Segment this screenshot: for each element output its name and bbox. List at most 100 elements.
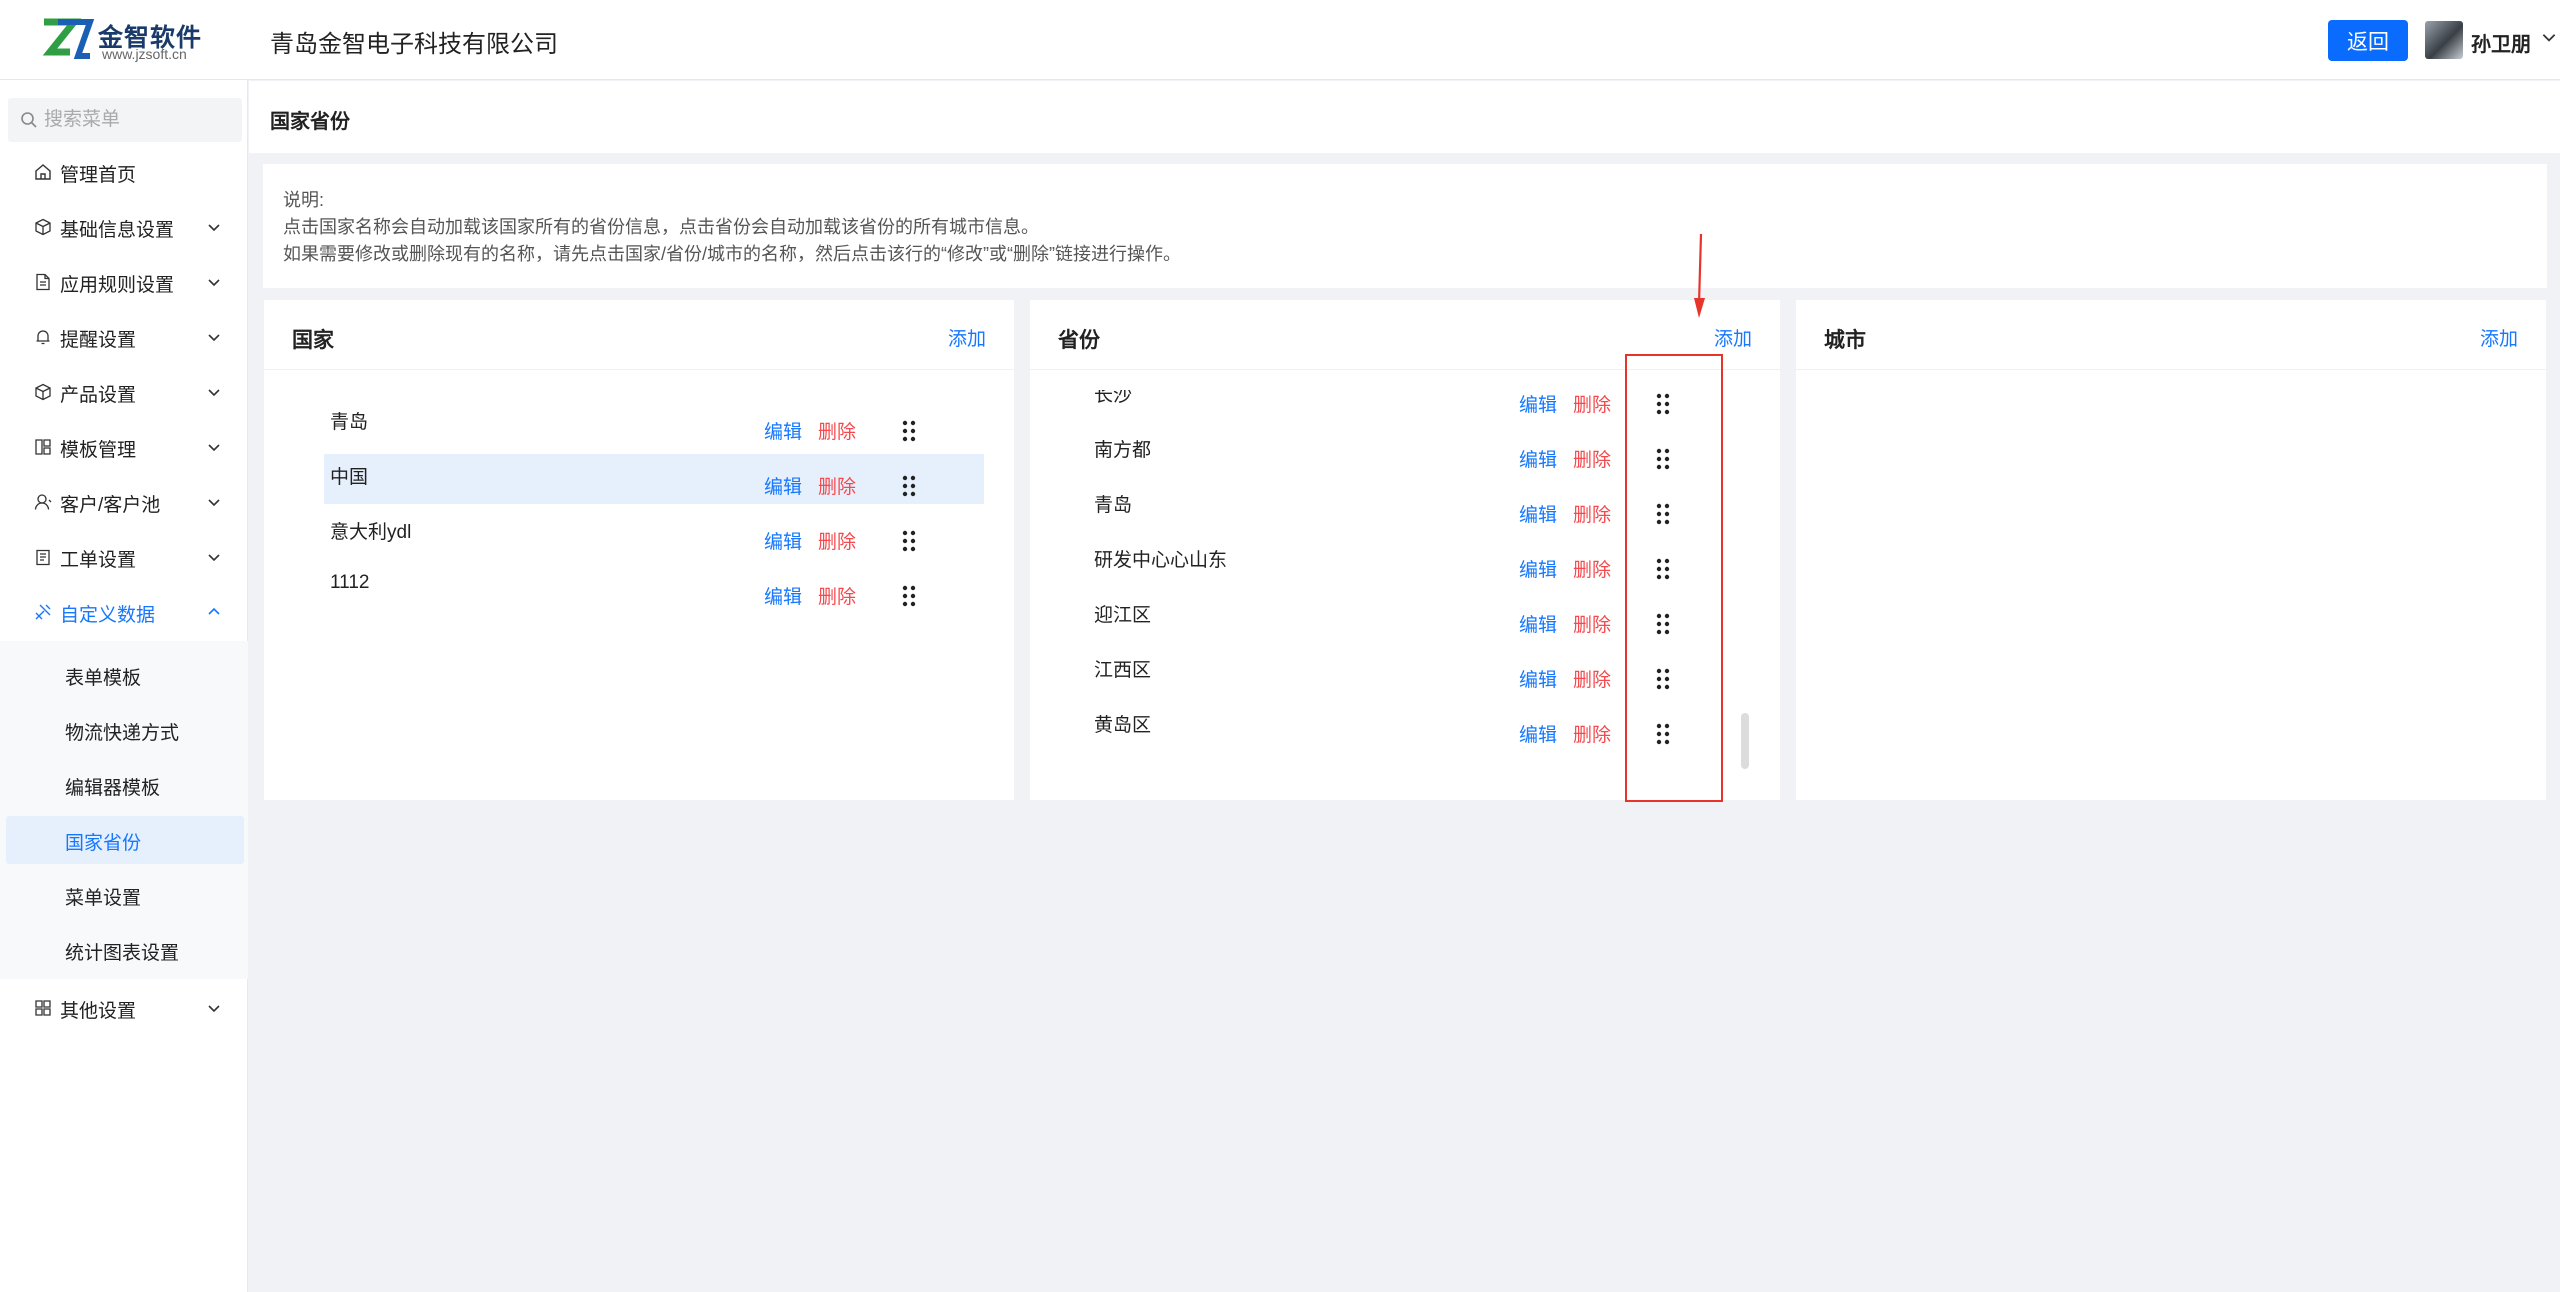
logo-icon	[40, 18, 94, 60]
sidebar-item-home[interactable]: 管理首页	[0, 148, 248, 196]
country-name[interactable]: 中国	[330, 462, 368, 489]
username[interactable]: 孙卫朋	[2471, 28, 2531, 57]
submenu-item-label: 编辑器模板	[65, 778, 161, 799]
chevron-down-icon	[208, 389, 220, 397]
sidebar-item-products[interactable]: 产品设置	[0, 368, 248, 416]
sidebar-item-templates[interactable]: 模板管理	[0, 423, 248, 471]
note-heading: 说明:	[283, 190, 325, 210]
country-row-selected[interactable]: 中国 编辑 删除	[324, 454, 984, 504]
country-name[interactable]: 青岛	[330, 407, 368, 434]
sidebar-item-label: 模板管理	[60, 440, 137, 461]
chevron-down-icon	[208, 279, 220, 287]
edit-link[interactable]: 编辑	[764, 472, 802, 499]
province-name[interactable]: 黄岛区	[1094, 710, 1151, 737]
back-button[interactable]: 返回	[2328, 20, 2408, 61]
edit-link[interactable]: 编辑	[1519, 610, 1557, 637]
submenu-item-menu-settings[interactable]: 菜单设置	[6, 871, 244, 919]
edit-link[interactable]: 编辑	[1519, 390, 1557, 417]
edit-link[interactable]: 编辑	[764, 582, 802, 609]
city-panel-title: 城市	[1824, 329, 1866, 352]
delete-link[interactable]: 删除	[1573, 555, 1611, 582]
delete-link[interactable]: 删除	[1573, 500, 1611, 527]
country-row[interactable]: 1112 编辑 删除	[324, 564, 984, 614]
edit-link[interactable]: 编辑	[764, 527, 802, 554]
page-title: 国家省份	[270, 111, 350, 133]
submenu-item-form-templates[interactable]: 表单模板	[6, 651, 244, 699]
sidebar-item-label: 提醒设置	[60, 330, 137, 351]
edit-link[interactable]: 编辑	[1519, 500, 1557, 527]
delete-link[interactable]: 删除	[1573, 610, 1611, 637]
province-panel-title: 省份	[1058, 329, 1100, 352]
edit-link[interactable]: 编辑	[1519, 665, 1557, 692]
search-icon	[21, 112, 37, 128]
chevron-down-icon	[208, 1005, 220, 1013]
avatar[interactable]	[2425, 21, 2463, 59]
delete-link[interactable]: 删除	[818, 472, 856, 499]
sidebar-item-basic-info[interactable]: 基础信息设置	[0, 203, 248, 251]
country-panel-title: 国家	[292, 329, 334, 352]
drag-handle-icon[interactable]	[901, 419, 917, 443]
submenu-item-editor-templates[interactable]: 编辑器模板	[6, 761, 244, 809]
edit-link[interactable]: 编辑	[764, 417, 802, 444]
chevron-down-icon	[208, 224, 220, 232]
province-row[interactable]: 黄岛区 编辑 删除	[1094, 706, 1694, 756]
delete-link[interactable]: 删除	[818, 582, 856, 609]
drag-handle-icon[interactable]	[901, 474, 917, 498]
delete-link[interactable]: 删除	[1573, 720, 1611, 747]
menu-search[interactable]	[8, 98, 242, 142]
scrollbar-thumb[interactable]	[1741, 713, 1749, 769]
custom-data-icon	[35, 604, 51, 620]
grid-icon	[35, 1000, 51, 1016]
submenu-item-logistics[interactable]: 物流快递方式	[6, 706, 244, 754]
chevron-up-icon	[208, 607, 220, 615]
cube-icon	[35, 218, 51, 236]
sidebar-item-other-settings[interactable]: 其他设置	[0, 984, 248, 1032]
delete-link[interactable]: 删除	[1573, 445, 1611, 472]
drag-handle-icon[interactable]	[901, 529, 917, 553]
province-row[interactable]: 南方都 编辑 删除	[1094, 431, 1694, 481]
province-name[interactable]: 研发中心心山东	[1094, 545, 1227, 572]
province-name[interactable]: 迎江区	[1094, 600, 1151, 627]
search-input[interactable]	[44, 106, 234, 134]
delete-link[interactable]: 删除	[818, 527, 856, 554]
province-row[interactable]: 青岛 编辑 删除	[1094, 486, 1694, 536]
delete-link[interactable]: 删除	[1573, 665, 1611, 692]
submenu-item-chart-settings[interactable]: 统计图表设置	[6, 926, 244, 974]
add-province-link[interactable]: 添加	[1714, 324, 1752, 351]
company-logo[interactable]: 金智软件 www.jzsoft.cn	[40, 16, 210, 64]
province-row[interactable]: 长沙 编辑 删除	[1094, 390, 1694, 426]
sidebar-item-custom-data[interactable]: 自定义数据	[0, 588, 248, 636]
delete-link[interactable]: 删除	[818, 417, 856, 444]
drag-handle-icon[interactable]	[901, 584, 917, 608]
note-line: 如果需要修改或删除现有的名称，请先点击国家/省份/城市的名称，然后点击该行的“修…	[283, 244, 1181, 264]
annotation-highlight-box	[1625, 354, 1723, 802]
province-row[interactable]: 迎江区 编辑 删除	[1094, 596, 1694, 646]
edit-link[interactable]: 编辑	[1519, 555, 1557, 582]
province-row[interactable]: 江西区 编辑 删除	[1094, 651, 1694, 701]
add-city-link[interactable]: 添加	[2480, 324, 2518, 351]
country-name[interactable]: 意大利ydl	[330, 517, 411, 544]
country-row[interactable]: 意大利ydl 编辑 删除	[324, 509, 984, 559]
country-row[interactable]: 青岛 编辑 删除	[324, 399, 984, 449]
submenu-item-label: 菜单设置	[65, 888, 142, 909]
add-country-link[interactable]: 添加	[948, 324, 986, 351]
chevron-down-icon[interactable]	[2540, 28, 2558, 46]
province-name[interactable]: 青岛	[1094, 490, 1132, 517]
box-icon	[35, 383, 51, 401]
sidebar-item-work-orders[interactable]: 工单设置	[0, 533, 248, 581]
country-name[interactable]: 1112	[330, 572, 369, 594]
province-name[interactable]: 南方都	[1094, 435, 1151, 462]
province-name[interactable]: 长沙	[1094, 390, 1132, 407]
province-row[interactable]: 研发中心心山东 编辑 删除	[1094, 541, 1694, 591]
sidebar-item-reminders[interactable]: 提醒设置	[0, 313, 248, 361]
submenu-item-country-province[interactable]: 国家省份	[6, 816, 244, 864]
submenu-item-label: 统计图表设置	[65, 943, 180, 964]
province-name[interactable]: 江西区	[1094, 655, 1151, 682]
edit-link[interactable]: 编辑	[1519, 720, 1557, 747]
chevron-down-icon	[208, 334, 220, 342]
submenu-item-label: 物流快递方式	[65, 723, 180, 744]
delete-link[interactable]: 删除	[1573, 390, 1611, 417]
edit-link[interactable]: 编辑	[1519, 445, 1557, 472]
sidebar-item-customers[interactable]: 客户/客户池	[0, 478, 248, 526]
sidebar-item-app-rules[interactable]: 应用规则设置	[0, 258, 248, 306]
